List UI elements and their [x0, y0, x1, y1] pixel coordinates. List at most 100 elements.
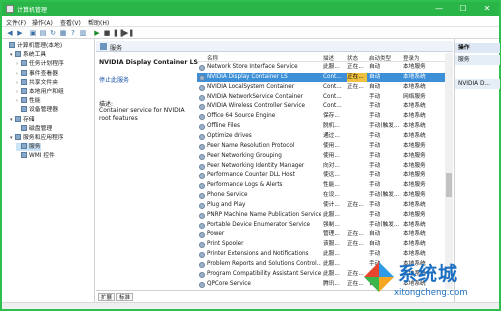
table-row[interactable]: Portable Device Enumerator Service 强制... 手…: [197, 221, 445, 230]
table-row[interactable]: NVIDIA Display Container LS Cont... 正在... 自…: [197, 72, 445, 82]
show-tree-icon[interactable]: ▤: [39, 29, 47, 37]
help-icon[interactable]: ?: [69, 29, 77, 37]
title-bar[interactable]: 计算机管理 — ☐ ✕: [2, 2, 499, 16]
tree-node[interactable]: › 本地用户和组: [16, 88, 64, 96]
service-name-cell: Plug and Play: [207, 201, 246, 208]
maximize-button[interactable]: ☐: [451, 2, 475, 16]
tree-node[interactable]: ▾ 服务和应用程序: [10, 134, 64, 142]
tree-node[interactable]: › 任务计划程序: [16, 60, 64, 68]
service-status-cell: 正在...: [347, 83, 364, 90]
services-table: 名称 描述 状态 启动类型 登录为 Network Store Interfac…: [197, 53, 445, 289]
table-row[interactable]: Phone Service 在设... 手动(触发... 本地服务: [197, 191, 445, 200]
table-row[interactable]: Peer Name Resolution Protocol 使用... 手动 本地服务: [197, 142, 445, 151]
tab-extended[interactable]: 扩展: [98, 293, 116, 301]
column-status[interactable]: 状态: [347, 54, 358, 62]
gear-icon: [199, 271, 205, 278]
service-description-cell: 管理...: [323, 231, 340, 238]
table-row[interactable]: Print Spooler 该服... 正在... 自动 本地系统: [197, 240, 445, 249]
tree-node[interactable]: 设备管理器: [16, 106, 58, 114]
table-row[interactable]: Performance Logs & Alerts 性能... 手动 本地服务: [197, 181, 445, 190]
menu-help[interactable]: 帮助(H): [88, 18, 109, 27]
scrollbar-thumb[interactable]: [446, 173, 452, 197]
properties-icon[interactable]: ▥: [79, 29, 87, 37]
table-row[interactable]: Peer Networking Identity Manager 向对... 手动 本…: [197, 162, 445, 171]
service-startup-cell: 自动: [369, 83, 381, 90]
table-row[interactable]: NVIDIA LocalSystem Container Cont... 正在...…: [197, 83, 445, 92]
tree-node[interactable]: WMI 控件: [16, 152, 55, 160]
close-button[interactable]: ✕: [475, 2, 499, 16]
service-startup-cell: 手动: [369, 113, 381, 120]
table-row[interactable]: Performance Counter DLL Host 使远... 手动 本地服务: [197, 171, 445, 180]
vertical-scrollbar[interactable]: [445, 53, 453, 289]
tree-node[interactable]: 计算机管理(本地): [4, 42, 62, 50]
gear-icon: [199, 232, 205, 239]
tree-node-icon: [21, 143, 27, 150]
actions-services-group[interactable]: 服务: [455, 55, 500, 65]
table-row[interactable]: Offline Files 脱机... 手动(触发... 本地系统: [197, 122, 445, 131]
tree-node[interactable]: › 事件查看器: [16, 69, 58, 78]
service-description-cell: Cont...: [323, 103, 342, 110]
table-row[interactable]: Peer Networking Grouping 使用... 手动 本地服务: [197, 152, 445, 161]
service-name-cell: Offline Files: [207, 123, 240, 130]
stop-service-link[interactable]: 停止此服务: [99, 75, 129, 84]
service-description-cell: 腾讯...: [323, 280, 340, 287]
menu-action[interactable]: 操作(A): [32, 18, 53, 27]
stop-service-icon[interactable]: ■: [103, 29, 111, 37]
table-row[interactable]: Network Store Interface Service 此服... 正在..…: [197, 63, 445, 72]
menu-file[interactable]: 文件(F): [6, 18, 26, 27]
tree-node-icon: [9, 42, 15, 48]
refresh-icon[interactable]: ↻: [49, 29, 57, 37]
column-name[interactable]: 名称: [207, 54, 218, 62]
service-logon-cell: 本地服务: [403, 142, 426, 149]
service-description-cell: 此服...: [323, 251, 340, 258]
column-startup-type[interactable]: 启动类型: [369, 54, 391, 62]
service-name-cell: Peer Name Resolution Protocol: [207, 142, 295, 149]
tree-node[interactable]: › 共享文件夹: [16, 78, 58, 87]
table-row[interactable]: Office 64 Source Engine 保存... 手动 本地系统: [197, 112, 445, 121]
service-name-cell: Portable Device Enumerator Service: [207, 221, 311, 228]
export-list-icon[interactable]: ▦: [59, 29, 67, 37]
table-row[interactable]: Optimize drives 通过... 手动 本地系统: [197, 132, 445, 141]
tree-node-icon: [15, 115, 21, 122]
back-icon[interactable]: ◀: [6, 29, 14, 37]
tab-standard[interactable]: 标准: [116, 293, 134, 301]
gear-icon: [199, 242, 205, 249]
service-startup-cell: 手动: [369, 172, 381, 179]
actions-selected-service-group[interactable]: NVIDIA D...: [455, 79, 500, 89]
service-logon-cell: 本地系统: [403, 231, 426, 238]
service-name-cell: NVIDIA NetworkService Container: [207, 93, 303, 100]
selected-service-name: NVIDIA Display Container LS: [99, 59, 198, 66]
pause-service-icon[interactable]: ❚❚: [113, 29, 125, 37]
menu-bar: 文件(F) 操作(A) 查看(V) 帮助(H): [2, 16, 499, 27]
table-row[interactable]: NVIDIA NetworkService Container Cont... 手动…: [197, 93, 445, 102]
tree-node[interactable]: › 性能: [16, 97, 41, 105]
tree-node-label: 计算机管理(本地): [17, 43, 63, 49]
forward-icon[interactable]: ▶: [16, 29, 24, 37]
minimize-button[interactable]: —: [427, 2, 451, 16]
service-startup-cell: 手动(触发...: [369, 192, 400, 199]
start-service-icon[interactable]: ▶: [93, 29, 101, 37]
table-row[interactable]: Plug and Play 使计... 正在... 手动 本地系统: [197, 201, 445, 210]
table-row[interactable]: NVIDIA Wireless Controller Service Cont..…: [197, 102, 445, 111]
service-startup-cell: 手动(触发...: [369, 123, 400, 130]
service-description-cell: Cont...: [323, 93, 342, 100]
service-startup-cell: 手动: [369, 142, 381, 149]
up-folder-icon[interactable]: ▣: [29, 29, 37, 37]
table-row[interactable]: Power 管理... 正在... 自动 本地系统: [197, 230, 445, 239]
service-name-cell: Problem Reports and Solutions Control...: [207, 261, 321, 267]
table-row[interactable]: PNRP Machine Name Publication Service 此服.…: [197, 211, 445, 220]
tree-node[interactable]: ▾ 系统工具: [10, 51, 46, 59]
tree-node[interactable]: 服务: [16, 143, 41, 152]
tree-node[interactable]: 磁盘管理: [16, 124, 52, 133]
tree-node[interactable]: ▾ 存储: [10, 115, 35, 124]
column-description[interactable]: 描述: [323, 54, 334, 62]
service-description-cell: 保存...: [323, 113, 340, 120]
column-log-on-as[interactable]: 登录为: [403, 54, 420, 62]
service-startup-cell: 自动: [369, 231, 381, 238]
service-name-cell: Print Spooler: [207, 241, 244, 248]
service-logon-cell: 本地服务: [403, 192, 426, 199]
restart-service-icon[interactable]: ▶❚: [123, 29, 134, 37]
menu-view[interactable]: 查看(V): [60, 18, 81, 27]
computer-management-window: 计算机管理 — ☐ ✕ 文件(F) 操作(A) 查看(V) 帮助(H) ◀ ▶ …: [0, 0, 501, 311]
service-name-cell: Phone Service: [207, 192, 248, 199]
